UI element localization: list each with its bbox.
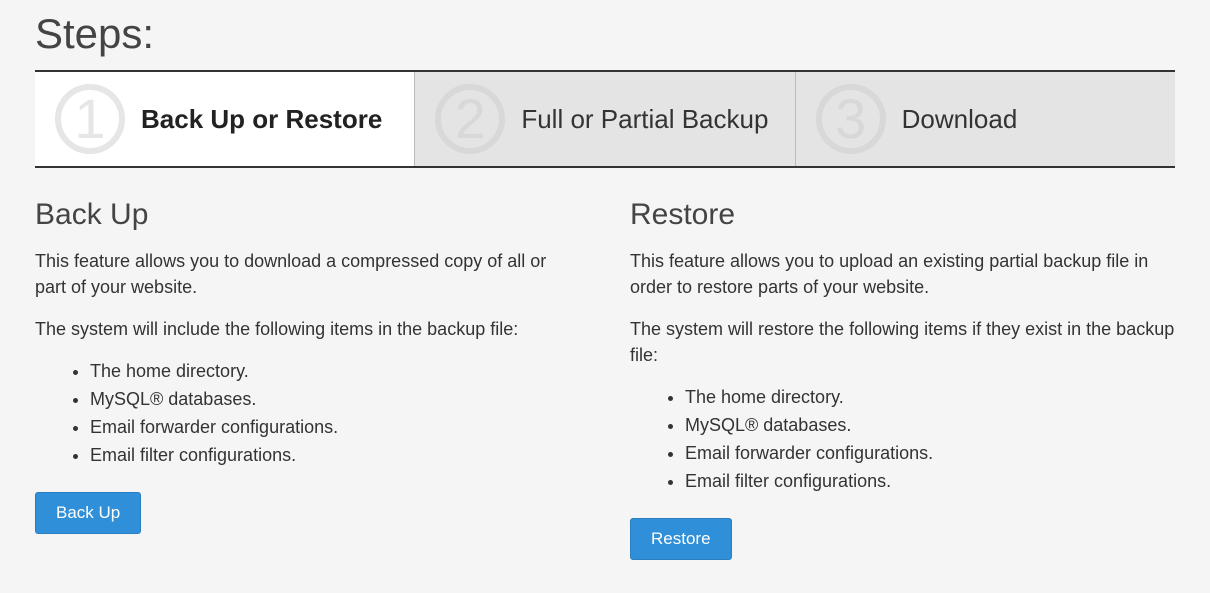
- list-item: Email filter configurations.: [685, 468, 1175, 496]
- backup-title: Back Up: [35, 198, 580, 232]
- restore-title: Restore: [630, 198, 1175, 232]
- tab-download[interactable]: 3 Download: [796, 72, 1175, 166]
- restore-button[interactable]: Restore: [630, 518, 732, 560]
- list-item: MySQL® databases.: [90, 386, 580, 414]
- tab-backup-or-restore[interactable]: 1 Back Up or Restore: [35, 72, 415, 166]
- list-item: Email filter configurations.: [90, 442, 580, 470]
- tab-full-or-partial-backup[interactable]: 2 Full or Partial Backup: [415, 72, 795, 166]
- list-item: Email forwarder configurations.: [90, 414, 580, 442]
- restore-include-intro: The system will restore the following it…: [630, 316, 1175, 368]
- step-label: Back Up or Restore: [141, 104, 382, 135]
- step-label: Download: [902, 104, 1018, 135]
- list-item: MySQL® databases.: [685, 412, 1175, 440]
- steps-tabs: 1 Back Up or Restore 2 Full or Partial B…: [35, 70, 1175, 168]
- step-number-icon: 1: [55, 84, 125, 154]
- restore-column: Restore This feature allows you to uploa…: [630, 198, 1175, 560]
- backup-column: Back Up This feature allows you to downl…: [35, 198, 580, 560]
- content-columns: Back Up This feature allows you to downl…: [35, 198, 1175, 560]
- backup-item-list: The home directory. MySQL® databases. Em…: [35, 358, 580, 470]
- list-item: Email forwarder configurations.: [685, 440, 1175, 468]
- list-item: The home directory.: [685, 384, 1175, 412]
- page-title: Steps:: [35, 10, 1175, 58]
- backup-button[interactable]: Back Up: [35, 492, 141, 534]
- backup-description: This feature allows you to download a co…: [35, 248, 580, 300]
- backup-include-intro: The system will include the following it…: [35, 316, 580, 342]
- step-number-icon: 3: [816, 84, 886, 154]
- list-item: The home directory.: [90, 358, 580, 386]
- restore-description: This feature allows you to upload an exi…: [630, 248, 1175, 300]
- step-label: Full or Partial Backup: [521, 104, 768, 135]
- step-number-icon: 2: [435, 84, 505, 154]
- restore-item-list: The home directory. MySQL® databases. Em…: [630, 384, 1175, 496]
